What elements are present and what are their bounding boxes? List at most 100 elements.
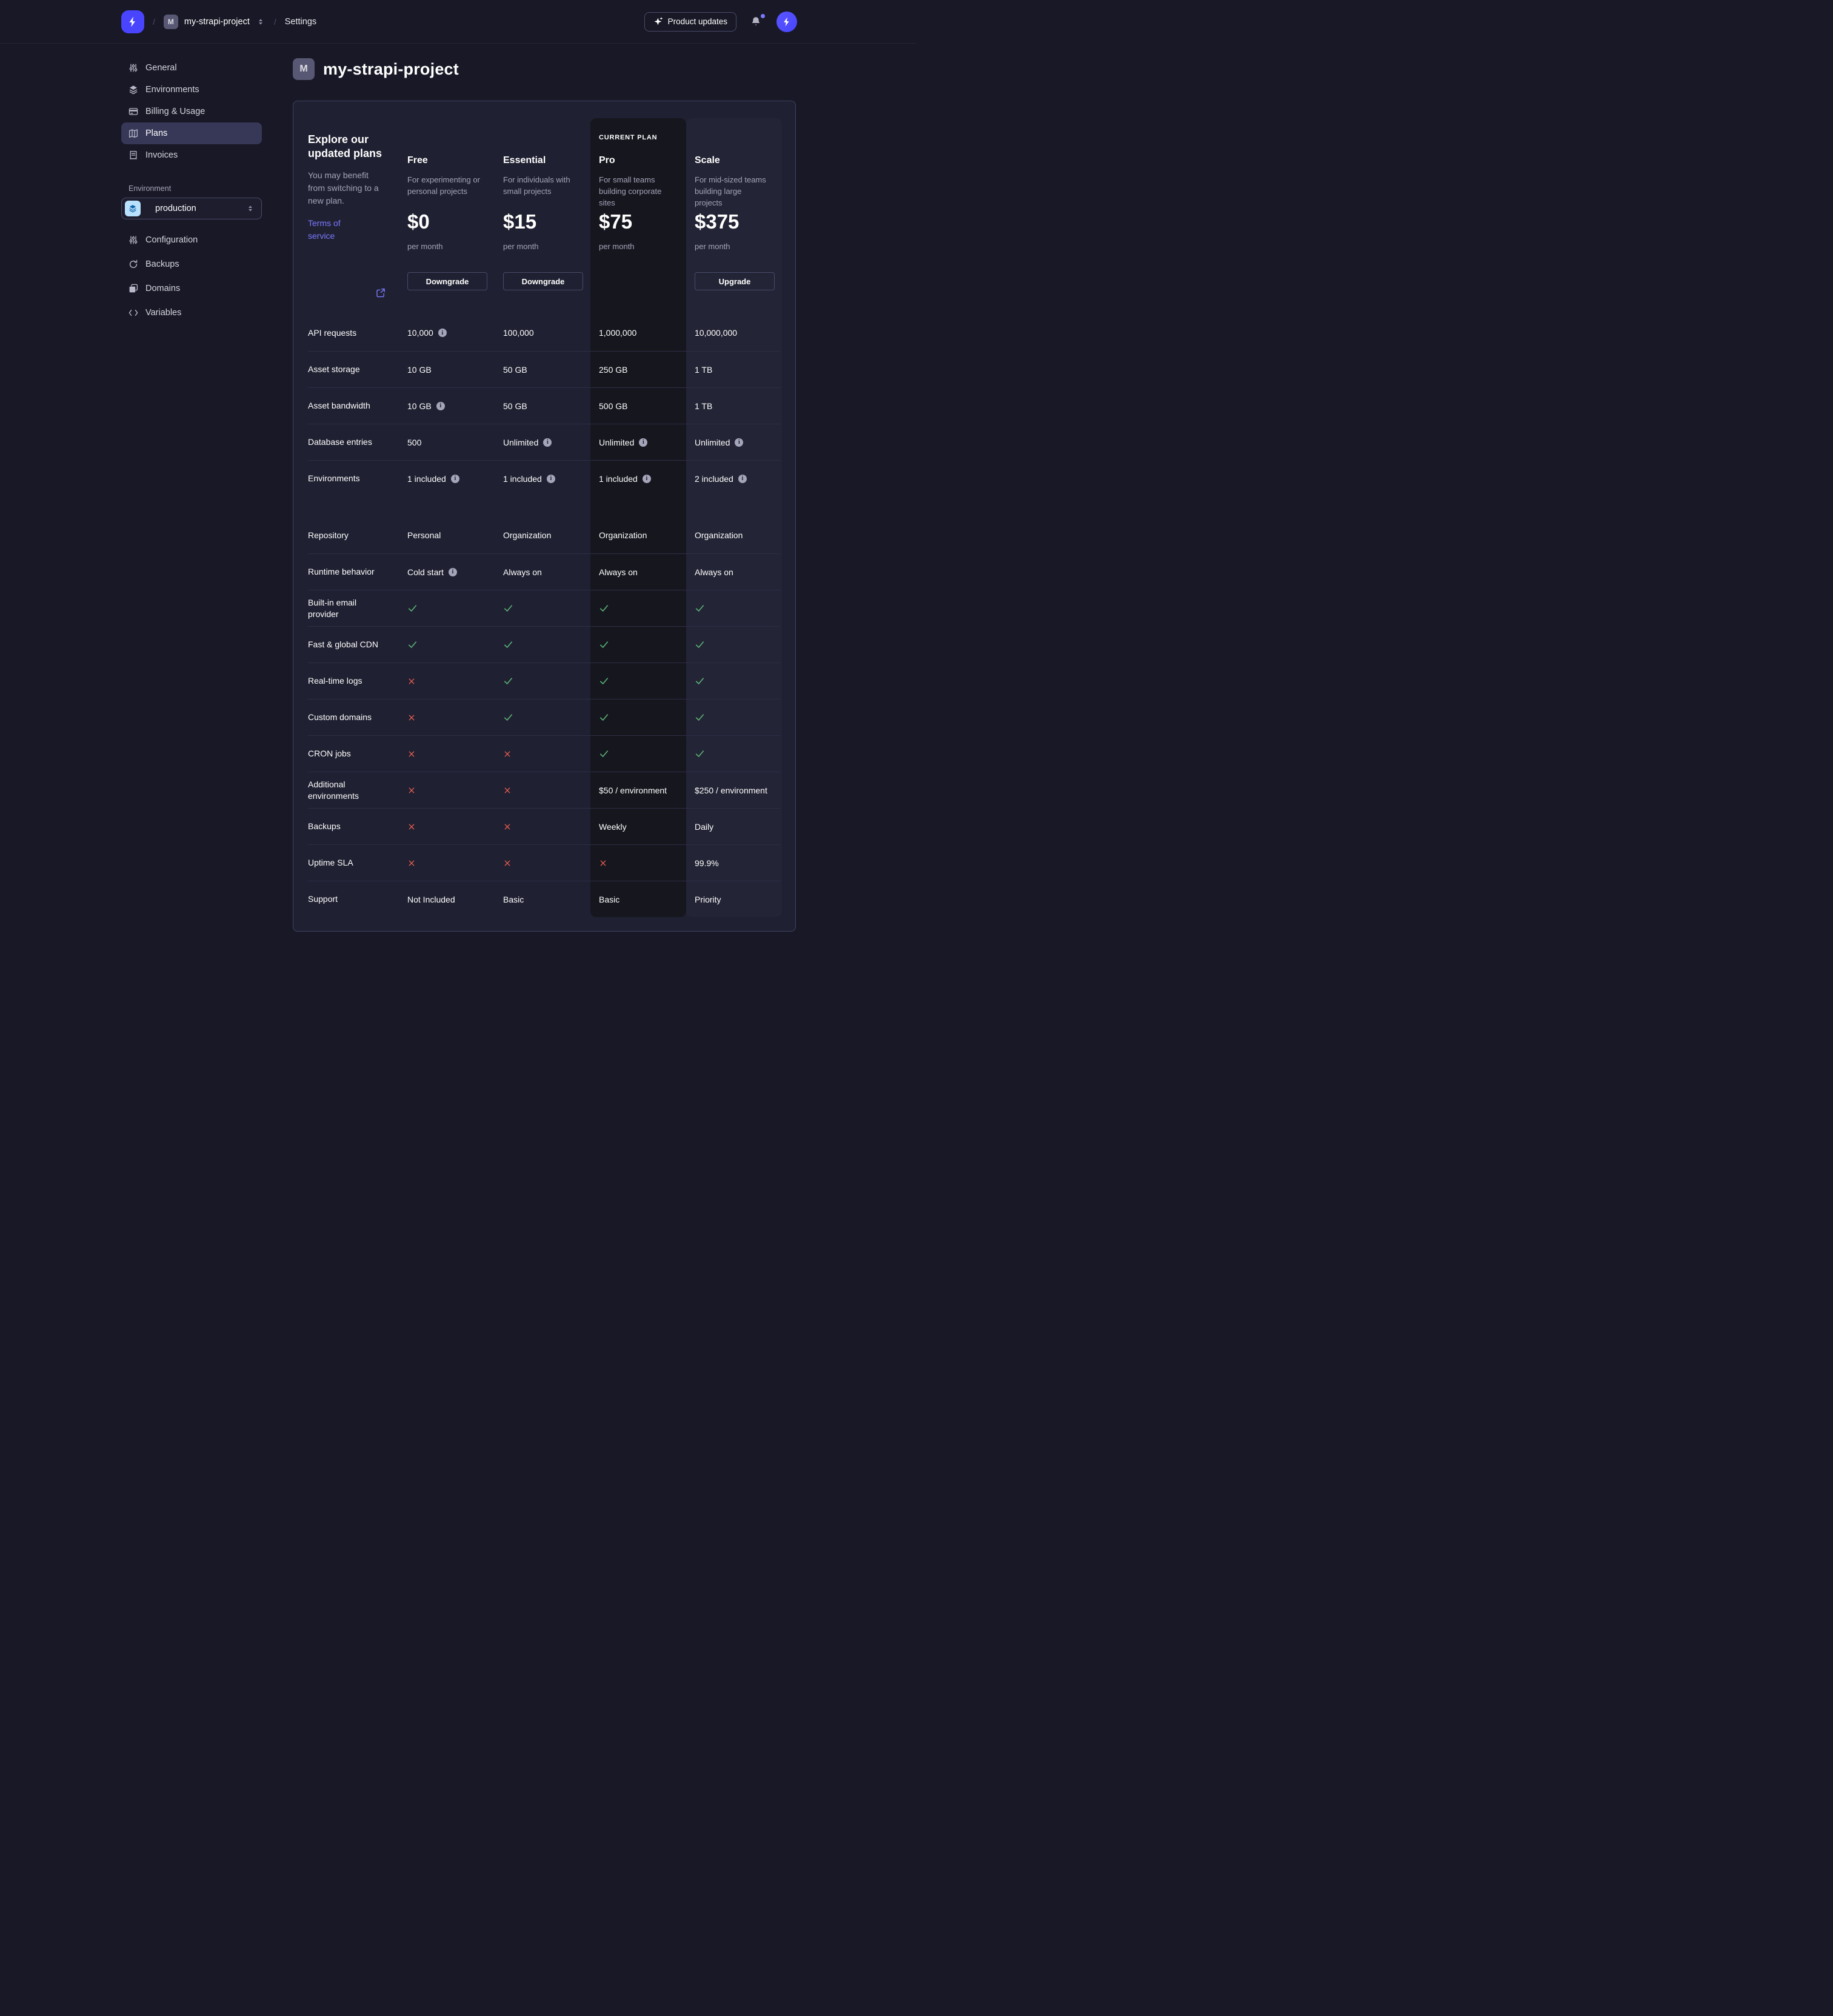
table-cell: [495, 603, 590, 613]
cell-value: 250 GB: [599, 365, 627, 375]
table-cell: [399, 823, 495, 831]
terms-of-service-link[interactable]: Terms of service: [308, 217, 350, 242]
sidebar: General EnvironmentsBilling & Usage Plans I…: [121, 44, 262, 325]
table-cell: Weekly: [590, 822, 686, 832]
info-icon[interactable]: i: [438, 329, 447, 337]
cell-value: Unlimited: [503, 438, 538, 447]
environment-tile: [125, 201, 141, 216]
info-icon[interactable]: i: [738, 475, 747, 483]
strapi-logo[interactable]: [121, 10, 144, 33]
cross-icon: [407, 786, 416, 795]
sidebar-item-environments[interactable]: Environments: [121, 79, 262, 101]
sidebar-item-general[interactable]: General: [121, 57, 262, 79]
environment-section-label: Environment: [129, 184, 262, 193]
sidebar-item-domains[interactable]: Domains: [121, 276, 262, 301]
product-updates-button[interactable]: Product updates: [644, 12, 736, 32]
check-icon: [503, 712, 513, 723]
check-icon: [695, 676, 705, 686]
table-cell: Daily: [686, 822, 782, 832]
downgrade-button[interactable]: Downgrade: [407, 272, 487, 290]
plan-price: $15: [503, 210, 536, 233]
refresh-icon: [129, 259, 138, 269]
table-cell: [686, 749, 782, 759]
info-icon[interactable]: i: [547, 475, 555, 483]
sidebar-item-label: Plans: [145, 129, 167, 138]
table-cell: Basic: [590, 895, 686, 904]
info-icon[interactable]: i: [643, 475, 651, 483]
table-row-built-in-email-provider: Built-in email provider: [308, 590, 781, 626]
info-icon[interactable]: i: [639, 438, 647, 447]
table-cell: [495, 639, 590, 650]
table-cell: 10 GBi: [399, 401, 495, 411]
info-icon[interactable]: i: [436, 402, 445, 410]
table-cell: $50 / environment: [590, 786, 686, 795]
table-cell: [686, 712, 782, 723]
info-icon[interactable]: i: [449, 568, 457, 576]
check-icon: [695, 639, 705, 650]
upgrade-button[interactable]: Upgrade: [695, 272, 775, 290]
cross-icon: [503, 859, 512, 867]
table-row-database-entries: Database entries500UnlimitediUnlimitediU…: [308, 424, 781, 460]
map-icon: [129, 129, 138, 138]
table-cell: [590, 859, 686, 867]
cell-value: Cold start: [407, 567, 444, 577]
cell-value: Priority: [695, 895, 721, 904]
downgrade-button[interactable]: Downgrade: [503, 272, 583, 290]
cell-value: Daily: [695, 822, 713, 832]
bolt-icon: [127, 16, 139, 28]
cell-value: $250 / environment: [695, 786, 767, 795]
sidebar-item-backups[interactable]: Backups: [121, 252, 262, 276]
plan-name: Scale: [695, 155, 771, 167]
table-cell: [495, 786, 590, 795]
plans-intro: Explore our updated plans You may benefi…: [308, 116, 399, 315]
current-plan-badge: CURRENT PLAN: [599, 134, 657, 141]
environment-select[interactable]: production: [121, 198, 262, 219]
plan-description: For experimenting or personal projects: [407, 174, 484, 197]
plan-name: Pro: [599, 155, 675, 167]
table-cell: [495, 750, 590, 758]
cell-value: Always on: [503, 567, 542, 577]
row-label: Custom domains: [308, 706, 399, 729]
sidebar-item-plans[interactable]: Plans: [121, 122, 262, 144]
table-cell: 250 GB: [590, 365, 686, 375]
sidebar-item-configuration[interactable]: Configuration: [121, 228, 262, 252]
sidebar-item-variables[interactable]: Variables: [121, 301, 262, 325]
sidebar-item-billing-usage[interactable]: Billing & Usage: [121, 101, 262, 122]
layers-icon: [129, 204, 137, 213]
table-cell: [495, 712, 590, 723]
table-cell: 1 TB: [686, 365, 782, 375]
external-link-icon[interactable]: [376, 288, 386, 298]
plan-period: per month: [503, 242, 539, 251]
table-cell: [590, 712, 686, 723]
cell-value: Unlimited: [599, 438, 634, 447]
table-cell: [399, 786, 495, 795]
cell-value: Organization: [695, 530, 743, 540]
plans-intro-body: You may benefit from switching to a new …: [308, 169, 383, 207]
check-icon: [599, 639, 609, 650]
table-cell: Always on: [686, 567, 782, 577]
project-switcher-caret-icon[interactable]: [256, 17, 265, 27]
info-icon[interactable]: i: [543, 438, 552, 447]
cross-icon: [407, 823, 416, 831]
sidebar-item-label: General: [145, 63, 177, 73]
table-row-environments: Environments1 includedi1 includedi1 incl…: [308, 460, 781, 496]
table-cell: [590, 676, 686, 686]
info-icon[interactable]: i: [735, 438, 743, 447]
row-label: Real-time logs: [308, 669, 399, 693]
sparkle-icon: [653, 17, 663, 27]
table-cell: 1 includedi: [399, 474, 495, 484]
info-icon[interactable]: i: [451, 475, 459, 483]
table-cell: [495, 859, 590, 867]
cell-value: 500: [407, 438, 421, 447]
account-avatar[interactable]: [776, 12, 797, 32]
table-row-repository: RepositoryPersonalOrganizationOrganizati…: [308, 517, 781, 553]
table-cell: 1 includedi: [495, 474, 590, 484]
plans-card: Explore our updated plans You may benefi…: [293, 101, 796, 932]
row-label: Runtime behavior: [308, 560, 399, 584]
table-cell: [399, 677, 495, 686]
cross-icon: [503, 750, 512, 758]
notifications-bell-icon[interactable]: [750, 16, 762, 28]
table-row-api-requests: API requests10,000i100,0001,000,00010,00…: [308, 315, 781, 351]
table-cell: 10 GB: [399, 365, 495, 375]
sidebar-item-invoices[interactable]: Invoices: [121, 144, 262, 166]
